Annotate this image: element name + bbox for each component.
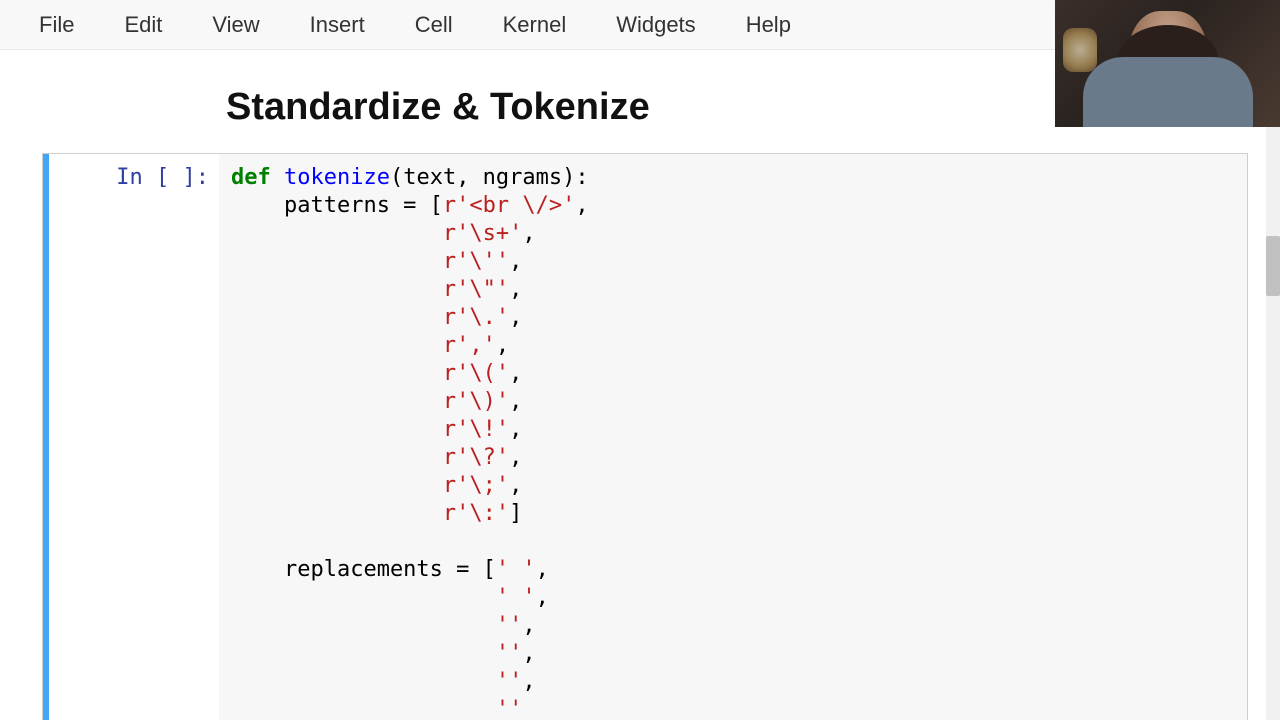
- code-input[interactable]: def tokenize(text, ngrams): patterns = […: [219, 154, 1247, 720]
- scrollbar-track[interactable]: [1266, 50, 1280, 720]
- menu-view[interactable]: View: [212, 12, 259, 38]
- menu-insert[interactable]: Insert: [310, 12, 365, 38]
- code-cell[interactable]: In [ ]: def tokenize(text, ngrams): patt…: [42, 153, 1248, 720]
- cell-prompt: In [ ]:: [49, 154, 219, 720]
- scrollbar-thumb[interactable]: [1266, 236, 1280, 296]
- menu-group: File Edit View Insert Cell Kernel Widget…: [15, 12, 791, 38]
- menu-edit[interactable]: Edit: [124, 12, 162, 38]
- menu-cell[interactable]: Cell: [415, 12, 453, 38]
- notebook-area: Standardize & Tokenize In [ ]: def token…: [10, 50, 1280, 720]
- menu-file[interactable]: File: [39, 12, 74, 38]
- webcam-overlay: [1055, 0, 1280, 127]
- menu-help[interactable]: Help: [746, 12, 791, 38]
- menu-widgets[interactable]: Widgets: [616, 12, 695, 38]
- menu-kernel[interactable]: Kernel: [503, 12, 567, 38]
